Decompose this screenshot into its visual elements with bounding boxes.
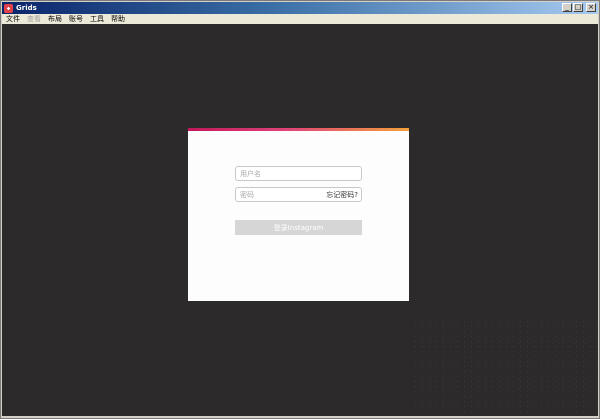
window-controls: _ □ × [562, 3, 596, 12]
title-bar[interactable]: Grids _ □ × [2, 2, 598, 14]
forgot-password-link[interactable]: 忘记密码? [326, 190, 358, 200]
menu-tools[interactable]: 工具 [86, 14, 107, 24]
menu-view: 查看 [27, 15, 41, 23]
username-input[interactable] [236, 167, 361, 180]
menu-file[interactable]: 文件 [2, 14, 23, 24]
menu-account[interactable]: 账号 [65, 14, 86, 24]
window-title: Grids [16, 4, 37, 12]
menu-layout[interactable]: 布局 [44, 14, 65, 24]
menu-help[interactable]: 帮助 [107, 14, 128, 24]
app-icon [4, 3, 13, 13]
login-instagram-button[interactable]: 登录Instagram [235, 220, 362, 235]
minimize-button[interactable]: _ [562, 3, 572, 12]
login-dialog: 忘记密码? 登录Instagram [188, 128, 409, 301]
menu-bar: 文件 查看 布局 账号 工具 帮助 [2, 14, 598, 24]
password-field[interactable]: 忘记密码? [235, 187, 362, 202]
app-window: Grids _ □ × 文件 查看 布局 账号 工具 帮助 忘记密码? 登录In… [0, 0, 600, 419]
maximize-button[interactable]: □ [573, 3, 583, 12]
background-texture [412, 319, 600, 415]
password-input[interactable] [236, 188, 321, 201]
accent-bar [188, 128, 409, 131]
close-button[interactable]: × [586, 3, 596, 12]
username-field[interactable] [235, 166, 362, 181]
main-content: 忘记密码? 登录Instagram [2, 24, 600, 416]
